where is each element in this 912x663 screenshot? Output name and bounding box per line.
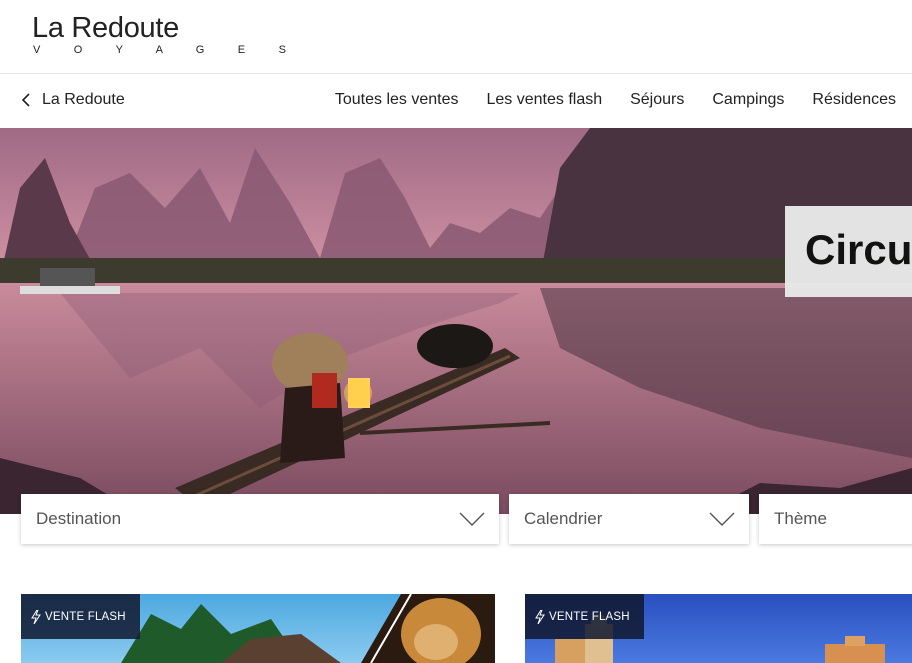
badge-label: VENTE FLASH <box>549 610 630 623</box>
vente-flash-badge: VENTE FLASH <box>21 594 140 639</box>
logo-wordmark: La Redoute <box>32 12 179 44</box>
hero-title-box: Circu <box>785 206 912 297</box>
back-link-label: La Redoute <box>42 91 125 108</box>
destination-filter[interactable]: Destination <box>21 494 499 544</box>
hero-banner[interactable]: Circu <box>0 128 912 514</box>
nav-links: Toutes les ventes Les ventes flash Séjou… <box>307 91 896 109</box>
back-to-la-redoute-link[interactable]: La Redoute <box>22 91 125 109</box>
chevron-left-icon <box>22 93 30 107</box>
nav-link-stays[interactable]: Séjours <box>630 91 684 109</box>
la-redoute-voyages-logo[interactable]: La Redoute V O Y A G E S <box>32 12 301 56</box>
logo-subtitle: V O Y A G E S <box>33 44 302 56</box>
calendar-filter-label: Calendrier <box>524 509 603 528</box>
sale-card[interactable]: VENTE FLASH <box>21 594 495 663</box>
main-nav: La Redoute Toutes les ventes Les ventes … <box>0 74 912 128</box>
nav-link-all-sales[interactable]: Toutes les ventes <box>335 91 459 109</box>
destination-filter-label: Destination <box>36 509 122 528</box>
hero-image <box>0 128 912 514</box>
nav-link-campings[interactable]: Campings <box>712 91 784 109</box>
nav-link-residences[interactable]: Résidences <box>812 91 896 109</box>
theme-filter[interactable]: Thème <box>759 494 912 544</box>
site-header: La Redoute V O Y A G E S <box>0 0 912 74</box>
badge-label: VENTE FLASH <box>45 610 126 623</box>
calendar-filter[interactable]: Calendrier <box>509 494 749 544</box>
vente-flash-badge: VENTE FLASH <box>525 594 644 639</box>
sale-card[interactable]: VENTE FLASH <box>525 594 912 663</box>
lightning-icon <box>535 609 545 624</box>
chevron-down-icon <box>459 512 485 526</box>
chevron-down-icon <box>709 512 735 526</box>
lightning-icon <box>31 609 41 624</box>
nav-link-flash-sales[interactable]: Les ventes flash <box>486 91 602 109</box>
theme-filter-label: Thème <box>774 509 827 528</box>
hero-title: Circu <box>805 226 912 273</box>
